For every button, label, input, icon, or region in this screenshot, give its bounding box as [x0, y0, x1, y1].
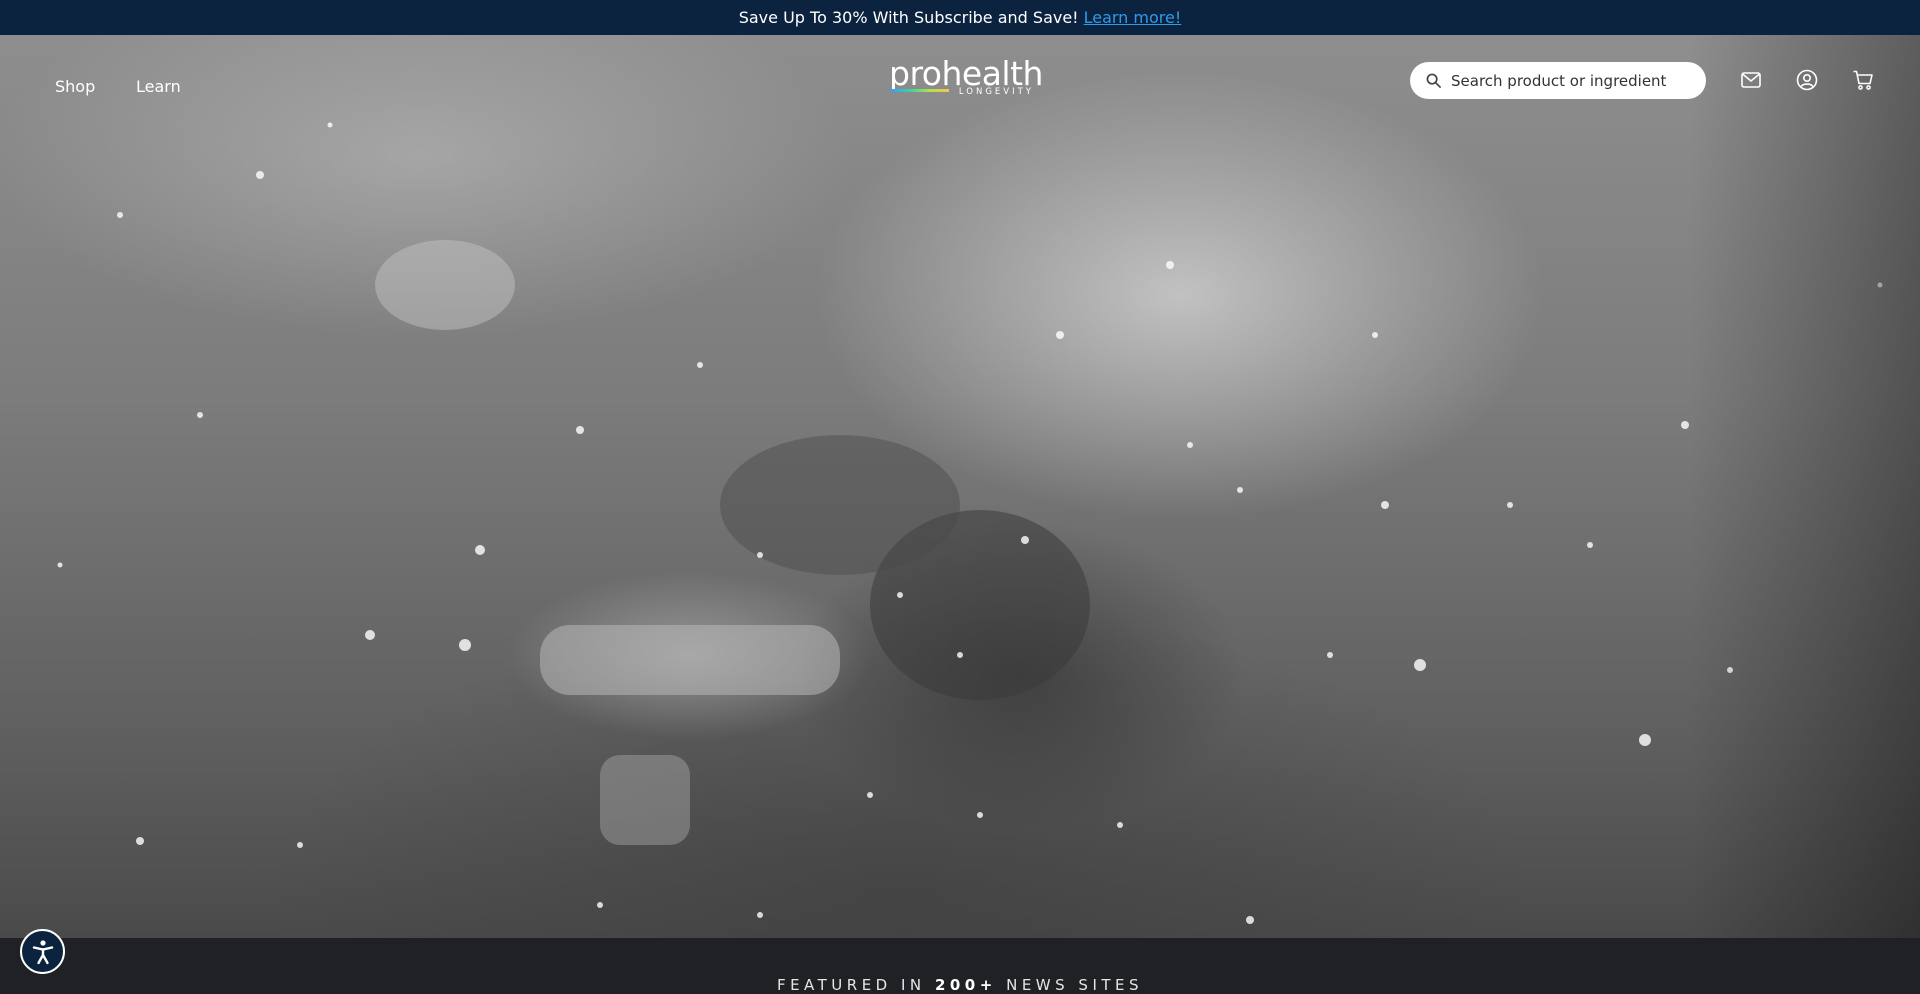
learn-more-link[interactable]: Learn more! [1084, 8, 1182, 27]
featured-count: 200+ [934, 976, 997, 994]
hero-video [0, 35, 1920, 938]
announcement-text: Save Up To 30% With Subscribe and Save! [738, 8, 1079, 27]
logo-tagline: LONGEVITY [958, 87, 1034, 97]
featured-prefix: FEATURED IN [776, 976, 926, 994]
featured-section: FEATURED IN 200+ NEWS SITES [0, 938, 1920, 994]
announcement-bar: Save Up To 30% With Subscribe and Save! … [0, 0, 1920, 35]
nav-shop[interactable]: Shop [55, 77, 95, 96]
cart-icon[interactable] [1851, 68, 1875, 92]
logo-rainbow-bar [891, 89, 949, 92]
search-input[interactable] [1451, 71, 1691, 90]
featured-suffix: NEWS SITES [1006, 976, 1144, 994]
mail-icon[interactable] [1739, 68, 1763, 92]
site-logo[interactable]: prohealth LONGEVITY [889, 54, 1043, 100]
hero-edge-shade [0, 35, 1920, 938]
accessibility-icon [32, 939, 53, 964]
search-icon [1426, 73, 1441, 88]
account-icon[interactable] [1795, 68, 1819, 92]
nav-learn[interactable]: Learn [136, 77, 181, 96]
featured-heading: FEATURED IN 200+ NEWS SITES [0, 976, 1920, 994]
search-bar[interactable] [1410, 62, 1706, 99]
accessibility-button[interactable] [20, 929, 65, 974]
